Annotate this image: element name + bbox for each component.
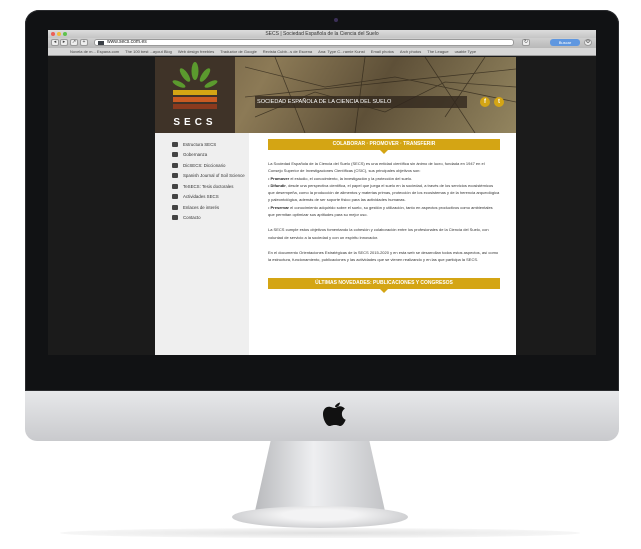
bookmarks-bar: Novela de m... Espana.com The 100 best .… bbox=[48, 48, 596, 56]
book-icon bbox=[172, 162, 178, 168]
site-title: SOCIEDAD ESPAÑOLA DE LA CIENCIA DEL SUEL… bbox=[255, 96, 467, 108]
journal-icon bbox=[172, 173, 178, 179]
goal-key: Difundir bbox=[270, 182, 286, 188]
site-container: SECS SOCIEDAD ESPAÑOLA DE LA CIENCIA DEL… bbox=[155, 57, 516, 355]
camera-dot bbox=[334, 18, 338, 22]
address-bar[interactable]: www.secs.com.es bbox=[94, 39, 514, 46]
sidebar-item-journal[interactable]: Spanish Journal of Soil Science bbox=[172, 171, 249, 182]
imac-mockup: SECS | Sociedad Española de la Ciencia d… bbox=[0, 0, 641, 549]
bookmark-item[interactable]: Email photos bbox=[371, 48, 394, 55]
monitor-foot bbox=[232, 506, 408, 528]
sidebar-item-estructura[interactable]: Estructura SECS bbox=[172, 139, 249, 150]
monitor-stand bbox=[255, 441, 385, 511]
sidebar-item-contacto[interactable]: Contacto bbox=[172, 213, 249, 224]
sidebar-item-tesis[interactable]: TeSECS: Tesis doctorales bbox=[172, 181, 249, 192]
window-title: SECS | Sociedad Española de la Ciencia d… bbox=[265, 31, 379, 37]
bookmark-item[interactable]: Ana: Type C...ramie Kunst bbox=[318, 48, 365, 55]
sidebar-item-gobernanza[interactable]: Gobernanza bbox=[172, 150, 249, 161]
logo-text: SECS bbox=[173, 117, 217, 128]
goal-key: Preservar bbox=[270, 204, 289, 210]
sidebar-item-label: Actividades SECS bbox=[183, 194, 219, 200]
goal-key: Promover bbox=[270, 175, 290, 181]
sidebar-item-enlaces[interactable]: Enlaces de interés bbox=[172, 202, 249, 213]
site-favicon-icon bbox=[98, 41, 104, 45]
browser-titlebar: SECS | Sociedad Española de la Ciencia d… bbox=[48, 30, 596, 38]
bookmark-item[interactable]: The League bbox=[427, 48, 448, 55]
bookmark-item[interactable]: Web design freebies bbox=[178, 48, 214, 55]
search-button[interactable]: Buscar bbox=[550, 39, 580, 46]
reload-button[interactable]: ↻ bbox=[522, 39, 530, 46]
link-icon bbox=[172, 204, 178, 210]
pen-icon bbox=[172, 183, 178, 189]
cohesion-paragraph: La SECS cumple estos objetivos fomentand… bbox=[268, 227, 489, 240]
bookmark-item[interactable]: Revista Cubb...s de Escena bbox=[263, 48, 312, 55]
bookmark-item[interactable]: usable Type bbox=[455, 48, 477, 55]
car-icon bbox=[172, 194, 178, 200]
goal-text: desde una perspectiva científica, el pap… bbox=[268, 182, 500, 203]
main-content: COLABORAR · PROMOVER · TRANSFERIR La Soc… bbox=[249, 133, 516, 355]
intro-text: La Sociedad Española de la Ciencia del S… bbox=[268, 161, 485, 174]
mail-icon bbox=[172, 215, 178, 221]
bookmark-item[interactable]: The 100 best ...ayout Blog bbox=[125, 48, 172, 55]
sidebar-nav: Estructura SECS Gobernanza DicSECS: Dicc… bbox=[155, 133, 249, 355]
sidebar-item-diccionario[interactable]: DicSECS: Diccionario bbox=[172, 160, 249, 171]
sidebar-item-actividades[interactable]: Actividades SECS bbox=[172, 192, 249, 203]
back-button[interactable]: ◂ bbox=[51, 39, 59, 46]
browser-toolbar: ◂ ▸ ↗ + www.secs.com.es ↻ Buscar ⚙ bbox=[48, 38, 596, 48]
twitter-icon[interactable]: t bbox=[494, 97, 504, 107]
intro-paragraph: La Sociedad Española de la Ciencia del S… bbox=[268, 161, 500, 218]
bookmark-item[interactable]: Arch photos bbox=[400, 48, 421, 55]
people-icon bbox=[172, 152, 178, 158]
section-banner: COLABORAR · PROMOVER · TRANSFERIR bbox=[268, 139, 500, 154]
forward-button[interactable]: ▸ bbox=[60, 39, 68, 46]
sidebar-item-label: Enlaces de interés bbox=[183, 204, 220, 210]
apple-logo-icon bbox=[323, 402, 346, 426]
branches-photo bbox=[245, 57, 516, 133]
goal-text: el conocimiento adquirido sobre el suelo… bbox=[268, 204, 493, 218]
settings-gear-icon[interactable]: ⚙ bbox=[584, 39, 592, 46]
url-text: www.secs.com.es bbox=[107, 39, 147, 45]
secs-logo[interactable]: SECS bbox=[155, 57, 235, 133]
add-bookmark-button[interactable]: + bbox=[80, 39, 88, 46]
share-button[interactable]: ↗ bbox=[70, 39, 78, 46]
sidebar-item-label: Gobernanza bbox=[183, 152, 208, 158]
strategy-paragraph: En el documento Orientaciones Estratégic… bbox=[268, 249, 499, 263]
site-header: SECS SOCIEDAD ESPAÑOLA DE LA CIENCIA DEL… bbox=[155, 57, 516, 133]
bookmark-item[interactable]: Traductor de Google bbox=[220, 48, 257, 55]
goal-text: el estudio, el conocimiento, la investig… bbox=[290, 175, 413, 181]
sidebar-item-label: Spanish Journal of Soil Science bbox=[183, 173, 245, 179]
monitor-screen: SECS | Sociedad Española de la Ciencia d… bbox=[48, 30, 596, 355]
facebook-icon[interactable]: f bbox=[480, 97, 490, 107]
sidebar-item-label: Estructura SECS bbox=[183, 141, 217, 147]
leaf-logo-icon bbox=[172, 62, 218, 109]
org-chart-icon bbox=[172, 141, 178, 147]
sidebar-item-label: Contacto bbox=[183, 215, 201, 221]
web-page: SECS SOCIEDAD ESPAÑOLA DE LA CIENCIA DEL… bbox=[48, 57, 596, 355]
sidebar-item-label: TeSECS: Tesis doctorales bbox=[183, 183, 234, 189]
news-banner: ÚLTIMAS NOVEDADES: PUBLICACIONES Y CONGR… bbox=[268, 277, 500, 293]
sidebar-item-label: DicSECS: Diccionario bbox=[183, 162, 226, 168]
bookmark-item[interactable]: Novela de m... Espana.com bbox=[70, 48, 119, 55]
desk-shadow bbox=[60, 528, 580, 538]
